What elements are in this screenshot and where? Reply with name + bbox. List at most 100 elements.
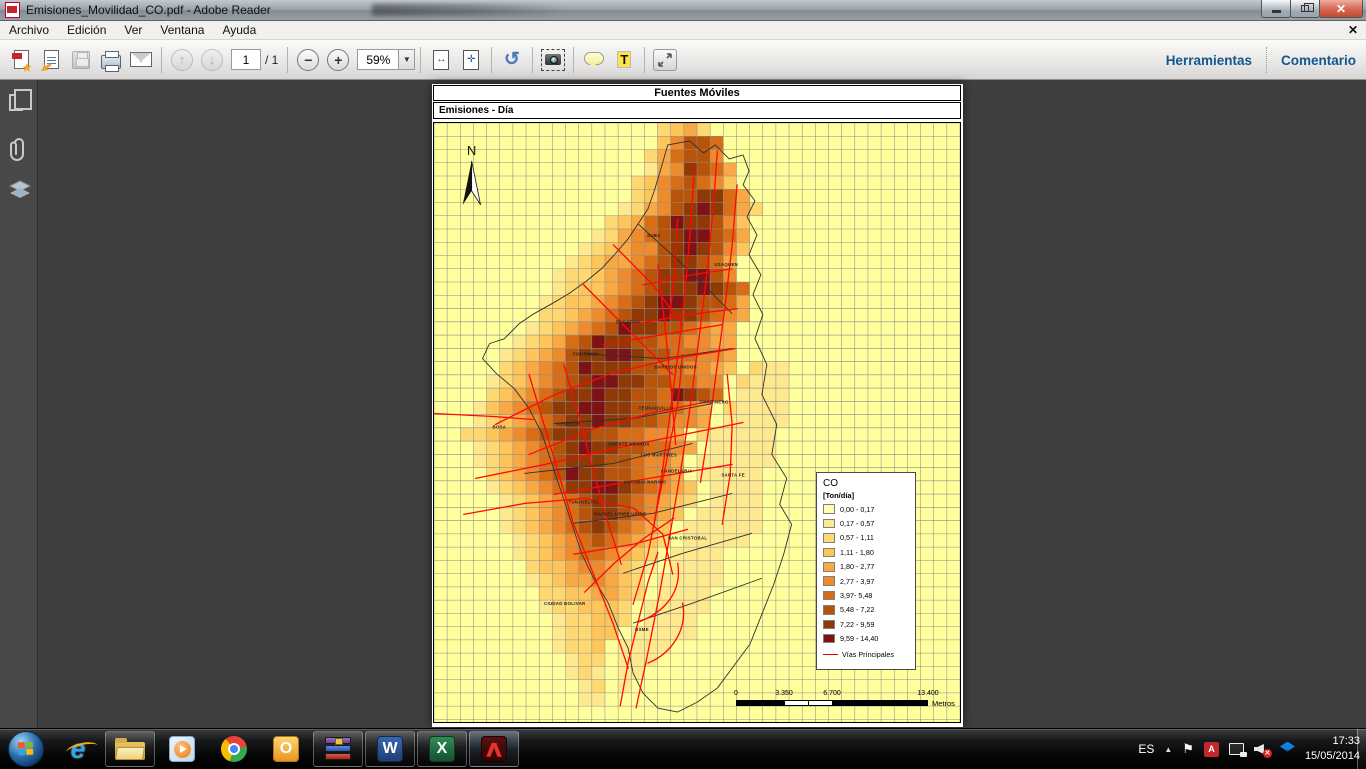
taskbar-windows-explorer[interactable] bbox=[105, 731, 155, 767]
menu-edicion[interactable]: Edición bbox=[58, 21, 115, 39]
legend-swatch bbox=[823, 591, 835, 601]
scale-tick-1: 3.350 bbox=[775, 690, 793, 697]
locality-label: SANTA FE bbox=[721, 472, 745, 477]
next-page-button[interactable]: ↓ bbox=[198, 46, 226, 74]
legend-class-row: 0,57 - 1,11 bbox=[823, 531, 910, 545]
legend-range-label: 1,80 - 2,77 bbox=[840, 562, 874, 571]
highlight-text-button[interactable]: T bbox=[610, 46, 638, 74]
legend-class-row: 1,11 - 1,80 bbox=[823, 545, 910, 559]
locality-label: USAQUEN bbox=[714, 262, 738, 267]
menu-ver[interactable]: Ver bbox=[115, 21, 151, 39]
window-titlebar[interactable]: Emisiones_Movilidad_CO.pdf - Adobe Reade… bbox=[0, 0, 1366, 21]
map-legend: CO [Ton/día] 0,00 - 0,170,17 - 0,570,57 … bbox=[816, 472, 916, 670]
rotate-view-button[interactable]: ↻ bbox=[498, 46, 526, 74]
email-button[interactable] bbox=[127, 46, 155, 74]
system-tray: ES ▲ ⚑ A ✕ 17:33 15/05/2014 bbox=[1138, 729, 1360, 769]
fullscreen-icon bbox=[653, 49, 677, 71]
folder-icon bbox=[115, 739, 145, 760]
tray-expand-icon[interactable]: ▲ bbox=[1164, 745, 1172, 754]
legend-swatch bbox=[823, 562, 835, 572]
highlight-icon: T bbox=[617, 51, 631, 68]
save-button[interactable] bbox=[67, 46, 95, 74]
zoom-level-select[interactable]: 59% ▼ bbox=[357, 49, 415, 70]
chevron-down-icon[interactable]: ▼ bbox=[398, 50, 414, 69]
zoom-out-button[interactable]: − bbox=[294, 46, 322, 74]
page-thumbnails-icon[interactable] bbox=[9, 94, 23, 111]
locality-label: FONTIBON bbox=[573, 352, 598, 357]
taskbar-excel[interactable]: X bbox=[417, 731, 467, 767]
toolbar: ↑ ↓ 1 / 1 − + 59% ▼ ↔ ✛ ↻ T Herramienta bbox=[0, 40, 1366, 80]
menu-archivo[interactable]: Archivo bbox=[0, 21, 58, 39]
language-indicator[interactable]: ES bbox=[1138, 742, 1154, 756]
show-desktop-button[interactable] bbox=[1357, 729, 1366, 769]
legend-range-label: 0,17 - 0,57 bbox=[840, 519, 874, 528]
fit-page-button[interactable]: ✛ bbox=[457, 46, 485, 74]
close-icon: ✕ bbox=[1336, 2, 1346, 16]
taskbar-internet-explorer[interactable]: e bbox=[53, 731, 103, 767]
taskbar-media-player[interactable] bbox=[157, 731, 207, 767]
page-number-input[interactable]: 1 bbox=[231, 49, 261, 70]
taskbar-adobe-reader[interactable] bbox=[469, 731, 519, 767]
locality-label: USME bbox=[635, 627, 649, 632]
adobe-updater-tray-icon[interactable]: A bbox=[1204, 742, 1219, 757]
locality-label: PUENTE ARANDA bbox=[608, 441, 650, 446]
taskbar-chrome[interactable] bbox=[209, 731, 259, 767]
fit-width-button[interactable]: ↔ bbox=[427, 46, 455, 74]
locality-label: TEUSAQUILLO bbox=[639, 406, 674, 411]
locality-label: BARRIOS UNIDOS bbox=[655, 365, 697, 370]
tray-clock[interactable]: 17:33 15/05/2014 bbox=[1305, 734, 1360, 764]
map-title: Fuentes Móviles bbox=[654, 87, 740, 99]
minimize-button[interactable] bbox=[1261, 0, 1291, 18]
create-pdf-button[interactable] bbox=[7, 46, 35, 74]
snapshot-button[interactable] bbox=[539, 46, 567, 74]
internet-explorer-icon: e bbox=[70, 734, 85, 765]
legend-range-label: 0,57 - 1,11 bbox=[840, 533, 874, 542]
layers-icon[interactable] bbox=[9, 180, 31, 205]
dropbox-icon[interactable] bbox=[1280, 742, 1295, 757]
legend-range-label: 1,11 - 1,80 bbox=[840, 548, 874, 557]
action-center-flag-icon[interactable]: ⚑ bbox=[1182, 741, 1194, 757]
attachments-icon[interactable] bbox=[9, 136, 29, 167]
taskbar-winrar[interactable] bbox=[313, 731, 363, 767]
close-button[interactable]: ✕ bbox=[1319, 0, 1363, 18]
restore-button[interactable] bbox=[1290, 0, 1320, 18]
emissions-map[interactable]: NSUBAUSAQUENENGATIVAFONTIBONBARRIOS UNID… bbox=[433, 122, 961, 723]
previous-page-button[interactable]: ↑ bbox=[168, 46, 196, 74]
volume-muted-icon[interactable]: ✕ bbox=[1254, 742, 1270, 756]
legend-swatch bbox=[823, 533, 835, 543]
menu-ayuda[interactable]: Ayuda bbox=[213, 21, 265, 39]
close-document-icon[interactable]: ✕ bbox=[1348, 23, 1358, 37]
comentario-button[interactable]: Comentario bbox=[1281, 53, 1356, 68]
network-icon[interactable] bbox=[1229, 743, 1244, 755]
map-title-box: Fuentes Móviles bbox=[433, 85, 961, 101]
document-area[interactable]: Fuentes Móviles Emisiones - Día NSUBAUSA… bbox=[0, 80, 1366, 728]
excel-icon: X bbox=[429, 736, 455, 762]
legend-range-label: 2,77 - 3,97 bbox=[840, 577, 874, 586]
legend-class-row: 7,22 - 9,59 bbox=[823, 617, 910, 631]
menu-ventana[interactable]: Ventana bbox=[151, 21, 213, 39]
locality-label: CHAPINERO bbox=[700, 400, 729, 405]
legend-swatch bbox=[823, 519, 835, 529]
legend-range-label: 7,22 - 9,59 bbox=[840, 620, 874, 629]
legend-range-label: 0,00 - 0,17 bbox=[840, 505, 874, 514]
legend-class-row: 2,77 - 3,97 bbox=[823, 574, 910, 588]
taskbar-outlook[interactable]: O bbox=[261, 731, 311, 767]
plus-icon: + bbox=[327, 49, 349, 71]
word-icon: W bbox=[377, 736, 403, 762]
scale-tick-2: 6.700 bbox=[823, 690, 841, 697]
pdf-page[interactable]: Fuentes Móviles Emisiones - Día NSUBAUSA… bbox=[432, 84, 963, 727]
taskbar-word[interactable]: W bbox=[365, 731, 415, 767]
locality-label: BOSA bbox=[493, 424, 507, 429]
taskbar: e O W X ES ▲ ⚑ A bbox=[0, 728, 1366, 768]
print-button[interactable] bbox=[97, 46, 125, 74]
start-button[interactable] bbox=[8, 731, 44, 767]
zoom-in-button[interactable]: + bbox=[324, 46, 352, 74]
legend-swatch bbox=[823, 504, 835, 514]
fullscreen-button[interactable] bbox=[651, 46, 679, 74]
minimize-icon bbox=[1272, 10, 1281, 13]
locality-label: CANDELARIA bbox=[661, 468, 693, 473]
pdf-file-icon bbox=[5, 2, 20, 18]
sticky-note-button[interactable] bbox=[580, 46, 608, 74]
herramientas-button[interactable]: Herramientas bbox=[1166, 53, 1252, 68]
open-file-button[interactable] bbox=[37, 46, 65, 74]
